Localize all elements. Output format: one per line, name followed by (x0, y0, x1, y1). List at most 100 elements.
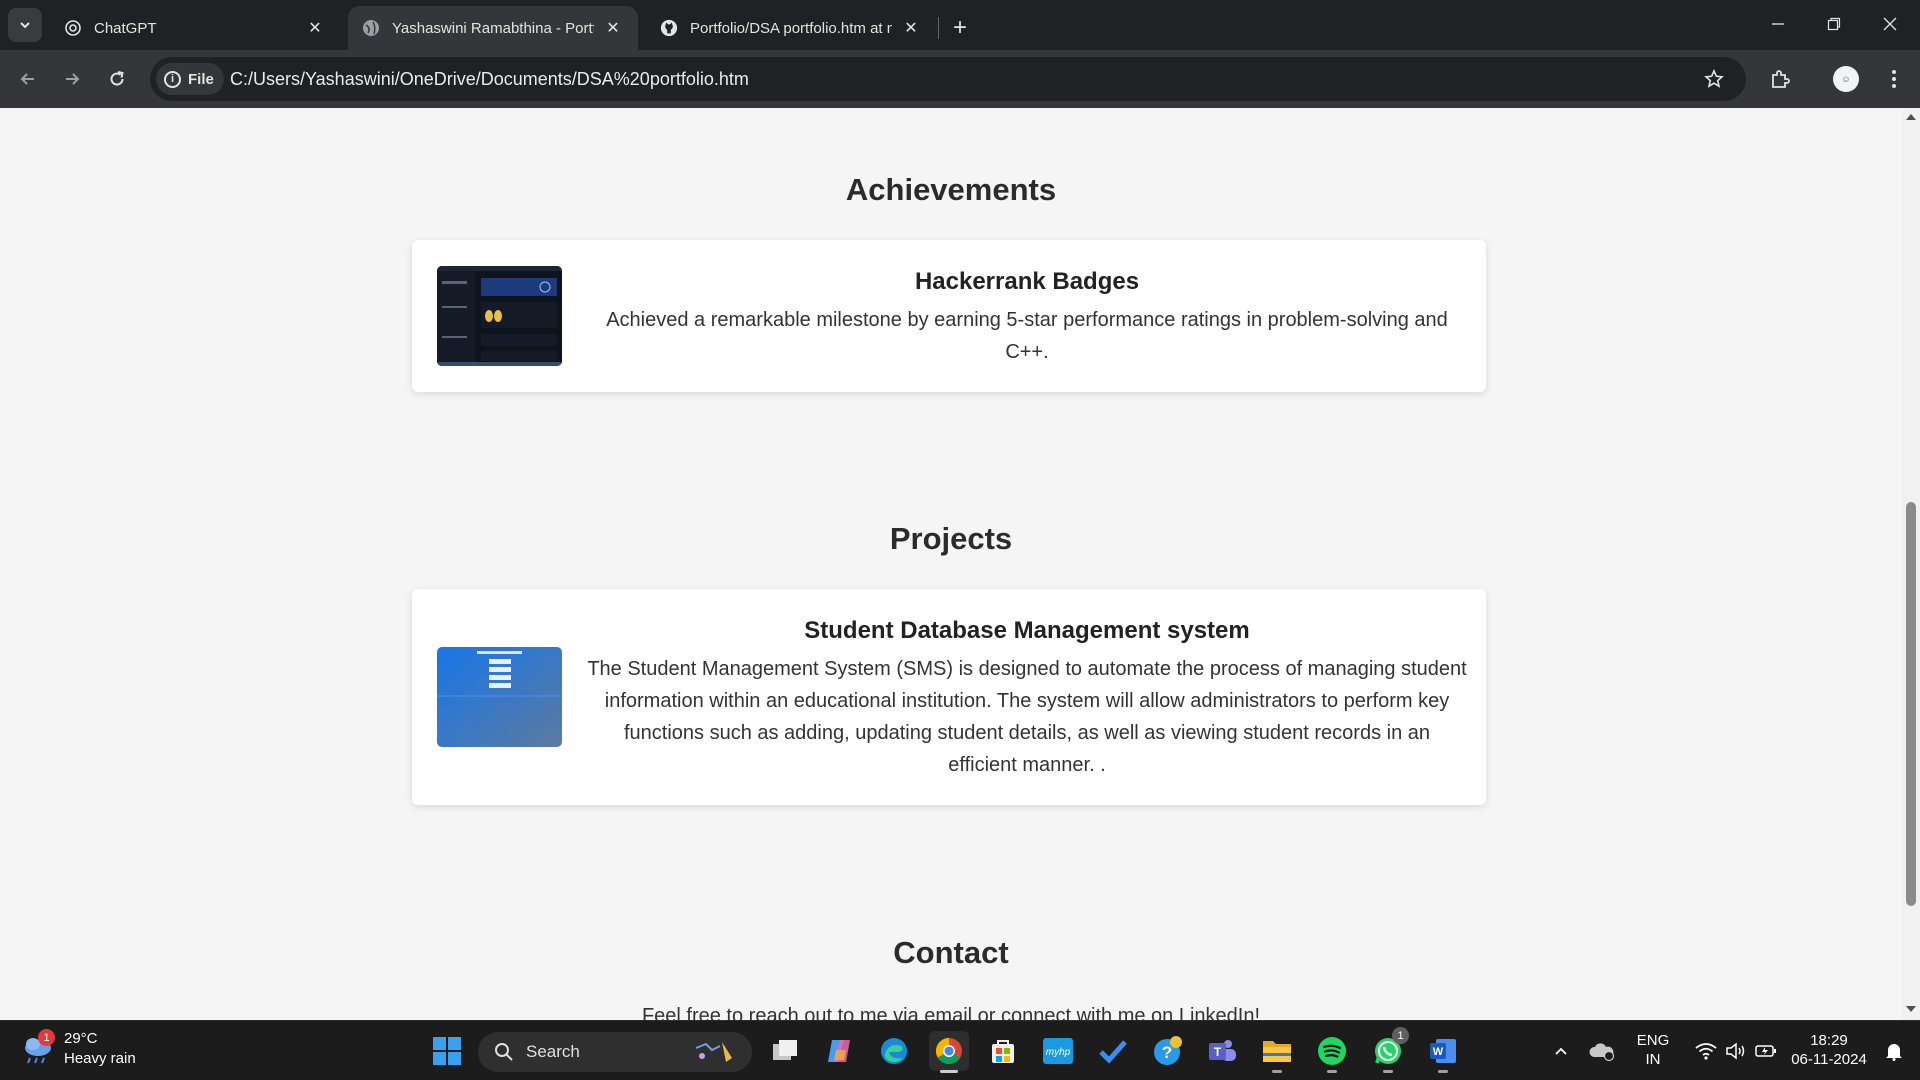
teams-button[interactable]: T (1202, 1031, 1242, 1071)
achievement-title: Hackerrank Badges (914, 268, 1140, 295)
close-tab-icon[interactable]: ✕ (900, 17, 922, 39)
search-label: Search (526, 1042, 580, 1061)
close-window-button[interactable] (1862, 0, 1918, 48)
achievements-heading: Achievements (845, 172, 1057, 207)
file-explorer-button[interactable] (1257, 1031, 1297, 1073)
todo-button[interactable] (1093, 1031, 1133, 1071)
projects-heading: Projects (889, 521, 1013, 556)
contact-text: Feel free to reach out to me via email o… (641, 1005, 1261, 1020)
achievement-card-body: Hackerrank Badges Achieved a remarkable … (587, 268, 1467, 368)
whatsapp-button[interactable]: 1 (1368, 1027, 1409, 1073)
language-indicator[interactable]: ENG IN (1628, 1031, 1678, 1069)
running-indicator (1327, 1070, 1337, 1073)
tab-title: Portfolio/DSA portfolio.htm at main (690, 19, 892, 37)
battery-charging-icon (1755, 1045, 1776, 1057)
language-code: ENG (1636, 1032, 1670, 1049)
page-scrollbar[interactable] (1902, 108, 1920, 1020)
copilot-button[interactable] (819, 1031, 859, 1071)
search-highlight-icon (695, 1042, 732, 1062)
close-tab-icon[interactable]: ✕ (304, 17, 326, 39)
edge-button[interactable] (874, 1031, 914, 1071)
scroll-down-arrow-icon[interactable] (1906, 1006, 1916, 1012)
windows-taskbar: 1 29°C Heavy rain Search myhp ? T 1 W EN… (0, 1020, 1920, 1080)
contact-heading: Contact (893, 935, 1009, 970)
spotify-button[interactable] (1312, 1031, 1352, 1073)
address-bar[interactable]: i File C:/Users/Yashaswini/OneDrive/Docu… (150, 57, 1746, 101)
extensions-button[interactable] (1762, 61, 1798, 97)
store-button[interactable] (983, 1031, 1023, 1071)
profile-button[interactable]: ☺ (1828, 61, 1864, 97)
rain-cloud-icon: 1 (20, 1029, 56, 1067)
new-tab-button[interactable]: + (944, 12, 976, 44)
clock-time: 18:29 (1810, 1032, 1848, 1049)
page-viewport: Achievements Hackerrank Badges Achieved … (0, 108, 1902, 1020)
close-tab-icon[interactable]: ✕ (602, 17, 624, 39)
hackerrank-screenshot-thumbnail (437, 266, 562, 366)
weather-widget[interactable]: 1 29°C Heavy rain (20, 1029, 136, 1069)
achievement-card: Hackerrank Badges Achieved a remarkable … (412, 240, 1486, 392)
forward-button[interactable] (54, 61, 90, 97)
scrollbar-thumb[interactable] (1906, 502, 1916, 906)
avatar: ☺ (1833, 66, 1859, 92)
running-indicator (1438, 1070, 1448, 1073)
word-icon: W (1430, 1039, 1456, 1063)
myhp-button[interactable]: myhp (1038, 1031, 1078, 1071)
running-indicator (1272, 1070, 1282, 1073)
puzzle-icon (1772, 70, 1790, 88)
word-button[interactable]: W (1423, 1031, 1463, 1073)
tab-strip: ChatGPT ✕ Yashaswini Ramabthina - Portfo… (0, 0, 1920, 50)
site-info-chip[interactable]: i File (156, 63, 224, 95)
svg-text:T: T (1214, 1045, 1222, 1059)
quick-settings-button[interactable] (1686, 1031, 1786, 1071)
project-card-body: Student Database Management system The S… (587, 617, 1467, 781)
restore-button[interactable] (1806, 0, 1862, 48)
task-view-button[interactable] (765, 1031, 805, 1071)
taskbar-search[interactable]: Search (478, 1032, 752, 1072)
weather-condition: Heavy rain (64, 1050, 136, 1067)
clock-date: 06-11-2024 (1791, 1051, 1867, 1068)
reload-button[interactable] (99, 61, 135, 97)
chrome-button[interactable] (929, 1031, 969, 1073)
spotify-icon (1318, 1037, 1346, 1065)
arrow-right-icon (66, 73, 80, 85)
region-code: IN (1645, 1051, 1661, 1068)
project-title: Student Database Management system (804, 617, 1250, 644)
globe-icon (362, 19, 380, 37)
achievement-description: Achieved a remarkable milestone by earni… (606, 309, 1448, 363)
arrow-left-icon (20, 73, 34, 85)
tab-title: ChatGPT (94, 19, 157, 37)
project-description: The Student Management System (SMS) is d… (587, 658, 1467, 776)
back-button[interactable] (10, 61, 46, 97)
scroll-up-arrow-icon[interactable] (1906, 114, 1916, 120)
help-button[interactable]: ? (1148, 1031, 1188, 1071)
info-icon: i (164, 70, 181, 88)
more-vertical-icon (1892, 70, 1896, 88)
notifications-button[interactable] (1874, 1031, 1914, 1071)
tab-chatgpt[interactable]: ChatGPT ✕ (50, 6, 340, 50)
minimize-button[interactable] (1750, 0, 1806, 48)
search-icon (495, 1043, 513, 1061)
chevron-up-icon (1555, 1047, 1567, 1055)
url-text[interactable]: C:/Users/Yashaswini/OneDrive/Documents/D… (230, 69, 749, 90)
volume-icon (1726, 1042, 1745, 1060)
store-icon (992, 1040, 1014, 1063)
tab-github[interactable]: Portfolio/DSA portfolio.htm at main ✕ (646, 6, 936, 50)
bell-icon (1886, 1044, 1902, 1061)
start-button[interactable] (427, 1031, 467, 1071)
tab-search-button[interactable] (8, 8, 42, 42)
site-info-label: File (188, 70, 214, 88)
svg-text:myhp: myhp (1046, 1047, 1071, 1058)
tab-separator (938, 17, 939, 39)
checkmark-icon (1099, 1040, 1127, 1064)
tab-portfolio[interactable]: Yashaswini Ramabthina - Portfolio ✕ (348, 6, 638, 50)
teams-icon: T (1209, 1040, 1236, 1061)
chatgpt-icon (64, 19, 82, 37)
bookmark-button[interactable] (1700, 65, 1728, 93)
clock[interactable]: 18:29 06-11-2024 (1784, 1031, 1874, 1069)
star-icon (1704, 69, 1724, 88)
onedrive-button[interactable] (1582, 1031, 1622, 1071)
running-indicator (1383, 1070, 1393, 1073)
browser-menu-button[interactable] (1876, 61, 1912, 97)
show-hidden-icons-button[interactable] (1541, 1031, 1581, 1071)
weather-badge: 1 (38, 1029, 55, 1046)
